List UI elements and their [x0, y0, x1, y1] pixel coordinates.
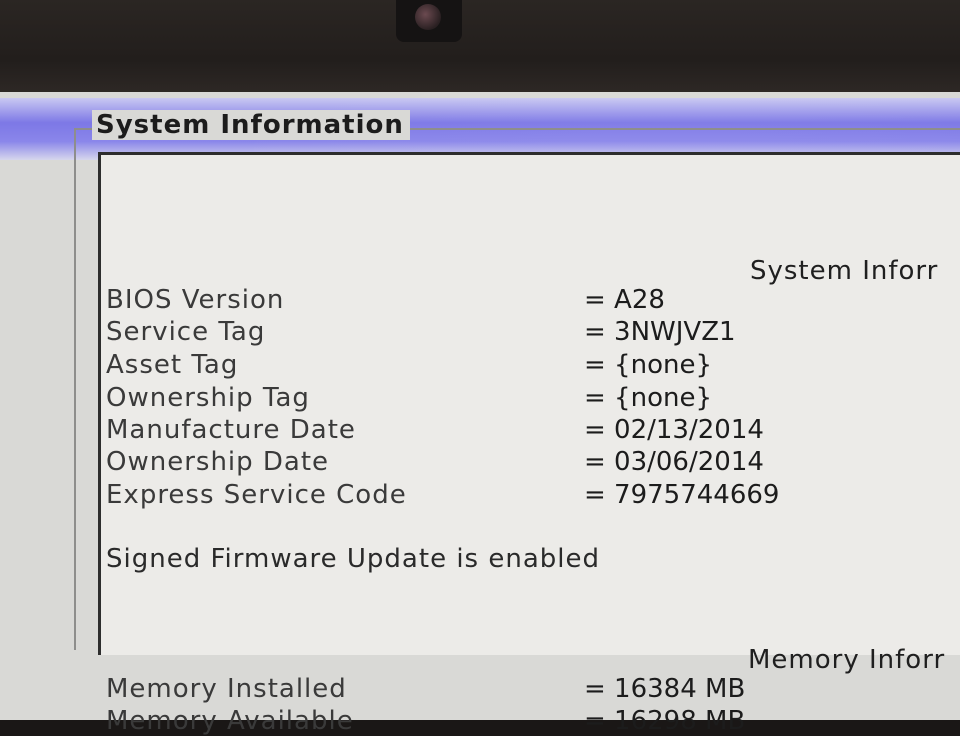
- row-value-ownership-date: = 03/06/2014: [584, 447, 764, 477]
- memory-info-heading: Memory Inforr: [748, 645, 946, 675]
- row-label-bios-version: BIOS Version: [106, 285, 285, 315]
- row-label-express-service-code: Express Service Code: [106, 480, 407, 510]
- row-value-ownership-tag: = {none}: [584, 383, 712, 413]
- row-label-memory-installed: Memory Installed: [106, 674, 347, 704]
- row-value-memory-installed: = 16384 MB: [584, 674, 746, 704]
- row-value-memory-available: = 16298 MB: [584, 706, 746, 736]
- row-label-ownership-tag: Ownership Tag: [106, 383, 310, 413]
- group-title: System Information: [92, 110, 410, 140]
- row-label-ownership-date: Ownership Date: [106, 447, 330, 477]
- row-value-manufacture-date: = 02/13/2014: [584, 415, 764, 445]
- row-label-memory-available: Memory Available: [106, 706, 354, 736]
- row-value-bios-version: = A28: [584, 285, 665, 315]
- webcam-icon: [415, 4, 441, 30]
- laptop-bezel: [0, 0, 960, 100]
- row-label-asset-tag: Asset Tag: [106, 350, 239, 380]
- row-label-manufacture-date: Manufacture Date: [106, 415, 356, 445]
- row-label-service-tag: Service Tag: [106, 317, 266, 347]
- row-value-express-service-code: = 7975744669: [584, 480, 780, 510]
- signed-firmware-notice: Signed Firmware Update is enabled: [106, 544, 600, 574]
- row-value-asset-tag: = {none}: [584, 350, 712, 380]
- row-value-service-tag: = 3NWJVZ1: [584, 317, 736, 347]
- system-info-heading: System Inforr: [750, 256, 939, 286]
